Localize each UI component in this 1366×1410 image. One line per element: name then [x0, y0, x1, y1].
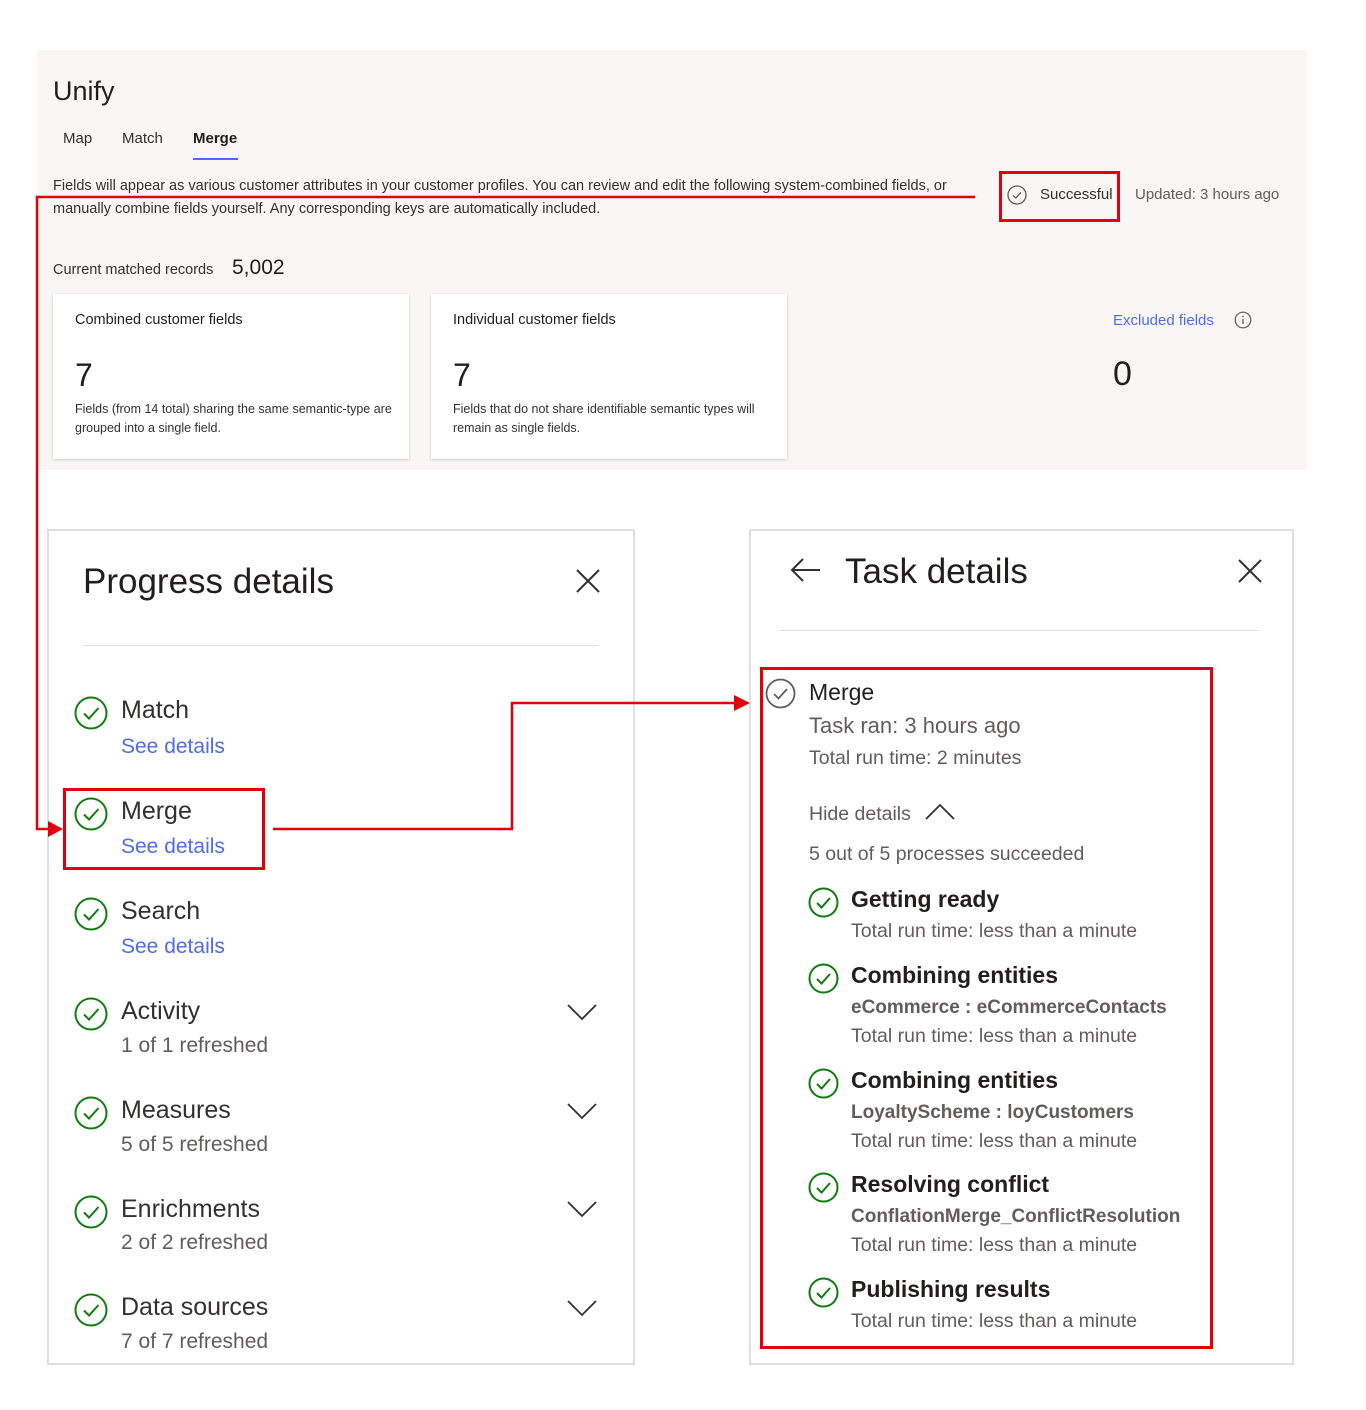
merge-highlight-box [63, 788, 265, 870]
progress-item-search: Search [121, 897, 201, 925]
back-arrow-icon[interactable] [790, 557, 822, 583]
card-title: Combined customer fields [75, 312, 243, 328]
panel-title: Progress details [83, 562, 334, 601]
card-value: 7 [453, 357, 471, 393]
combined-fields-card: Combined customer fields 7 Fields (from … [53, 294, 409, 459]
close-icon[interactable] [575, 568, 601, 594]
refresh-count: 7 of 7 refreshed [121, 1330, 269, 1353]
check-circle-icon [74, 897, 108, 931]
progress-item-measures: Measures [121, 1096, 231, 1124]
merge-description: Fields will appear as various customer a… [53, 178, 947, 217]
page-title: Unify [53, 76, 115, 106]
active-tab-indicator [193, 158, 238, 160]
excluded-fields-value: 0 [1113, 355, 1132, 393]
status-highlight-box [999, 171, 1120, 222]
matched-records-value: 5,002 [232, 256, 285, 279]
refresh-count: 5 of 5 refreshed [121, 1133, 269, 1156]
progress-item-match: Match [121, 696, 190, 724]
close-icon[interactable] [1237, 558, 1263, 584]
info-icon[interactable] [1234, 311, 1252, 329]
see-details-link[interactable]: See details [121, 935, 225, 959]
tab-map[interactable]: Map [63, 130, 92, 147]
progress-item-data-sources: Data sources [121, 1293, 269, 1321]
panel-title: Task details [845, 552, 1028, 591]
card-title: Individual customer fields [453, 312, 616, 328]
refresh-count: 2 of 2 refreshed [121, 1231, 269, 1254]
check-circle-icon [74, 1096, 108, 1130]
progress-item-activity: Activity [121, 997, 201, 1025]
updated-timestamp: Updated: 3 hours ago [1135, 186, 1280, 203]
card-description: Fields that do not share identifiable se… [453, 402, 755, 435]
tab-merge[interactable]: Merge [193, 130, 237, 147]
check-circle-icon [74, 696, 108, 730]
chevron-down-icon[interactable] [567, 1003, 597, 1021]
chevron-down-icon[interactable] [567, 1200, 597, 1218]
tab-match[interactable]: Match [122, 130, 163, 147]
divider [779, 630, 1259, 631]
refresh-count: 1 of 1 refreshed [121, 1034, 269, 1057]
chevron-down-icon[interactable] [567, 1102, 597, 1120]
matched-records-label: Current matched records [53, 262, 214, 278]
card-value: 7 [75, 357, 93, 393]
progress-item-enrichments: Enrichments [121, 1195, 260, 1223]
check-circle-icon [74, 997, 108, 1031]
individual-fields-card: Individual customer fields 7 Fields that… [431, 294, 787, 459]
check-circle-icon [74, 1195, 108, 1229]
task-highlight-box [760, 667, 1213, 1349]
see-details-link[interactable]: See details [121, 735, 225, 759]
excluded-fields-link[interactable]: Excluded fields [1113, 312, 1214, 329]
check-circle-icon [74, 1293, 108, 1327]
chevron-down-icon[interactable] [567, 1299, 597, 1317]
divider [83, 645, 598, 646]
card-description: Fields (from 14 total) sharing the same … [75, 402, 392, 435]
